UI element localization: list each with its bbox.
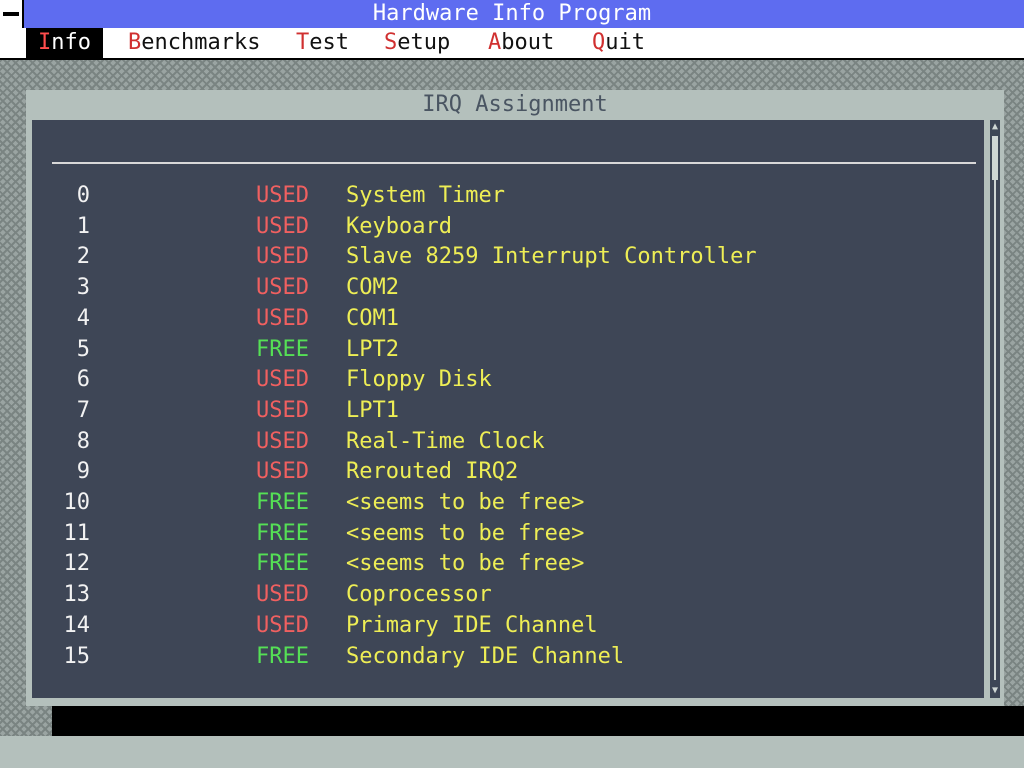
table-row: 3 USED COM2 bbox=[32, 273, 972, 303]
irq-description: Rerouted IRQ2 bbox=[346, 459, 519, 485]
irq-number: 14 bbox=[63, 612, 91, 638]
irq-status: FREE bbox=[256, 490, 309, 515]
menu-item-about[interactable]: About bbox=[476, 28, 566, 58]
table-row: 2 USED Slave 8259 Interrupt Controller bbox=[32, 242, 972, 272]
status-bar bbox=[0, 736, 1024, 768]
irq-number: 15 bbox=[63, 643, 91, 669]
irq-number: 7 bbox=[76, 397, 90, 423]
irq-description: Keyboard bbox=[346, 213, 452, 239]
irq-status: USED bbox=[256, 367, 309, 393]
irq-status: USED bbox=[256, 582, 309, 608]
table-row: 12 FREE <seems to be free> bbox=[32, 549, 972, 579]
scroll-up-arrow-icon[interactable]: ▲ bbox=[990, 120, 1000, 134]
irq-number: 12 bbox=[63, 551, 91, 577]
table-row: 14 USED Primary IDE Channel bbox=[32, 611, 972, 641]
table-row: 10 FREE <seems to be free> bbox=[32, 488, 972, 518]
scroll-track[interactable] bbox=[994, 180, 996, 680]
table-row: 5 FREE LPT2 bbox=[32, 335, 972, 365]
menu-item-info[interactable]: Info bbox=[26, 28, 103, 58]
irq-description: COM2 bbox=[346, 275, 399, 301]
table-row: 13 USED Coprocessor bbox=[32, 580, 972, 610]
table-row: 4 USED COM1 bbox=[32, 304, 972, 334]
irq-description: LPT1 bbox=[346, 397, 399, 423]
irq-table: 0 USED System Timer 1 USED Keyboard 2 USED Slave… bbox=[32, 120, 984, 698]
irq-number: 2 bbox=[76, 244, 90, 270]
irq-status: FREE bbox=[256, 643, 309, 669]
scroll-down-arrow-icon[interactable]: ▼ bbox=[990, 684, 1000, 698]
scroll-thumb[interactable] bbox=[992, 136, 998, 180]
table-row: 8 USED Real-Time Clock bbox=[32, 427, 972, 457]
table-row: 6 USED Floppy Disk bbox=[32, 365, 972, 395]
table-row: 1 USED Keyboard bbox=[32, 212, 972, 242]
irq-description: Slave 8259 Interrupt Controller bbox=[346, 244, 757, 270]
menu-item-test[interactable]: Test bbox=[284, 28, 361, 58]
irq-description: <seems to be free> bbox=[346, 520, 585, 546]
irq-status: FREE bbox=[256, 336, 309, 362]
irq-description: Coprocessor bbox=[346, 582, 492, 608]
menu-label-rest: enchmarks bbox=[141, 30, 261, 55]
menu-label-rest: uit bbox=[605, 30, 645, 55]
menu-item-setup[interactable]: Setup bbox=[372, 28, 462, 58]
table-row: 0 USED System Timer bbox=[32, 181, 972, 211]
table-row: 9 USED Rerouted IRQ2 bbox=[32, 457, 972, 487]
menu-hotkey: I bbox=[38, 30, 52, 55]
vertical-scrollbar[interactable]: ▲ ▼ bbox=[990, 120, 1000, 698]
irq-number: 10 bbox=[63, 490, 91, 515]
irq-description: LPT2 bbox=[346, 336, 399, 362]
irq-status: USED bbox=[256, 459, 309, 485]
menu-hotkey: A bbox=[488, 30, 502, 55]
menu-item-quit[interactable]: Quit bbox=[580, 28, 657, 58]
irq-description: Primary IDE Channel bbox=[346, 612, 598, 638]
irq-status: USED bbox=[256, 213, 309, 239]
irq-description: Secondary IDE Channel bbox=[346, 643, 625, 669]
irq-description: COM1 bbox=[346, 305, 399, 331]
title-bar: Hardware Info Program bbox=[0, 0, 1024, 28]
irq-number: 13 bbox=[63, 582, 91, 608]
table-row: 15 FREE Secondary IDE Channel bbox=[32, 642, 972, 672]
irq-status: USED bbox=[256, 244, 309, 270]
app-title: Hardware Info Program bbox=[372, 1, 652, 26]
window-title: IRQ Assignment bbox=[422, 92, 608, 117]
irq-status: USED bbox=[256, 305, 309, 331]
window-shadow bbox=[52, 706, 1024, 736]
menu-hotkey: B bbox=[128, 30, 142, 55]
table-row: 7 USED LPT1 bbox=[32, 396, 972, 426]
irq-number: 6 bbox=[76, 367, 90, 393]
menu-bar: Info Benchmarks Test Setup About Quit bbox=[0, 28, 1024, 60]
header-divider bbox=[52, 162, 976, 164]
irq-status: USED bbox=[256, 612, 309, 638]
menu-label-rest: etup bbox=[397, 30, 451, 55]
irq-number: 11 bbox=[63, 520, 91, 546]
menu-label-rest: bout bbox=[501, 30, 555, 55]
irq-number: 1 bbox=[76, 213, 90, 239]
irq-assignment-window: IRQ Assignment 0 USED System Timer 1 USED Key… bbox=[26, 90, 1004, 706]
irq-number: 9 bbox=[76, 459, 90, 485]
irq-description: Floppy Disk bbox=[346, 367, 492, 393]
irq-description: <seems to be free> bbox=[346, 490, 585, 515]
menu-hotkey: Q bbox=[592, 30, 606, 55]
irq-status: FREE bbox=[256, 551, 309, 577]
irq-number: 3 bbox=[76, 275, 90, 301]
irq-description: Real-Time Clock bbox=[346, 428, 545, 454]
menu-hotkey: S bbox=[384, 30, 398, 55]
irq-status: USED bbox=[256, 275, 309, 301]
menu-hotkey: T bbox=[296, 30, 310, 55]
menu-label-rest: nfo bbox=[51, 30, 91, 55]
irq-status: FREE bbox=[256, 520, 309, 546]
irq-status: USED bbox=[256, 428, 309, 454]
table-row: 11 FREE <seems to be free> bbox=[32, 519, 972, 549]
menu-label-rest: est bbox=[309, 30, 349, 55]
irq-number: 5 bbox=[76, 336, 90, 362]
irq-description: System Timer bbox=[346, 183, 505, 208]
irq-status: USED bbox=[256, 183, 309, 208]
irq-number: 8 bbox=[76, 428, 90, 454]
irq-status: USED bbox=[256, 397, 309, 423]
irq-description: <seems to be free> bbox=[346, 551, 585, 577]
irq-number: 0 bbox=[76, 183, 90, 208]
menu-item-benchmarks[interactable]: Benchmarks bbox=[116, 28, 272, 58]
irq-number: 4 bbox=[76, 305, 90, 331]
